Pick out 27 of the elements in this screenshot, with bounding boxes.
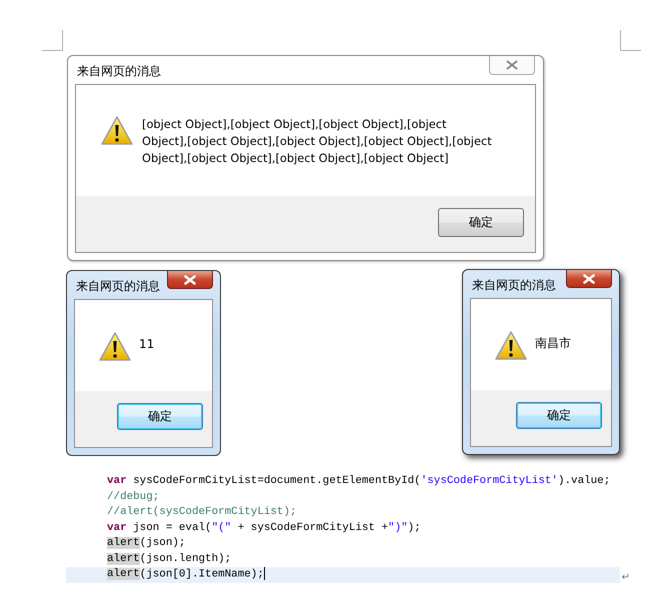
margin-corner-mark <box>620 30 641 51</box>
close-button[interactable] <box>167 271 213 289</box>
ok-button[interactable]: 确定 <box>438 208 524 237</box>
close-button[interactable] <box>566 270 612 288</box>
message-text: [object Object],[object Object],[object Object],[object Object],[object Object],[object Object],[object Object],[object Object],[object Object],[object Object],[object Object] <box>142 116 493 167</box>
close-icon <box>506 60 518 70</box>
code-line: alert(json); <box>107 536 186 551</box>
warning-icon <box>99 332 131 362</box>
window-title: 来自网页的消息 <box>76 63 161 80</box>
warning-icon <box>101 116 133 146</box>
margin-corner-mark <box>42 30 63 51</box>
ok-button[interactable]: 确定 <box>117 403 203 430</box>
warning-icon <box>495 331 527 361</box>
paragraph-mark: ↵ <box>622 571 630 582</box>
ok-button[interactable]: 确定 <box>516 402 602 429</box>
message-text: 南昌市 <box>535 335 571 352</box>
window-title: 来自网页的消息 <box>471 277 556 294</box>
code-line: var sysCodeFormCityList=document.getElementById('sysCodeFormCityList').value; <box>107 474 610 489</box>
code-line: //debug; <box>107 490 160 504</box>
close-icon <box>583 274 595 284</box>
message-text: 11 <box>139 336 154 353</box>
code-line: //alert(sysCodeFormCityList); <box>107 505 297 520</box>
window-title: 来自网页的消息 <box>75 278 160 295</box>
code-line: alert(json[0].ItemName); <box>107 567 265 582</box>
code-line: alert(json.length); <box>107 552 232 566</box>
close-icon <box>184 274 196 284</box>
code-line: var json = eval("(" + sysCodeFormCityList +")"); <box>107 520 421 536</box>
